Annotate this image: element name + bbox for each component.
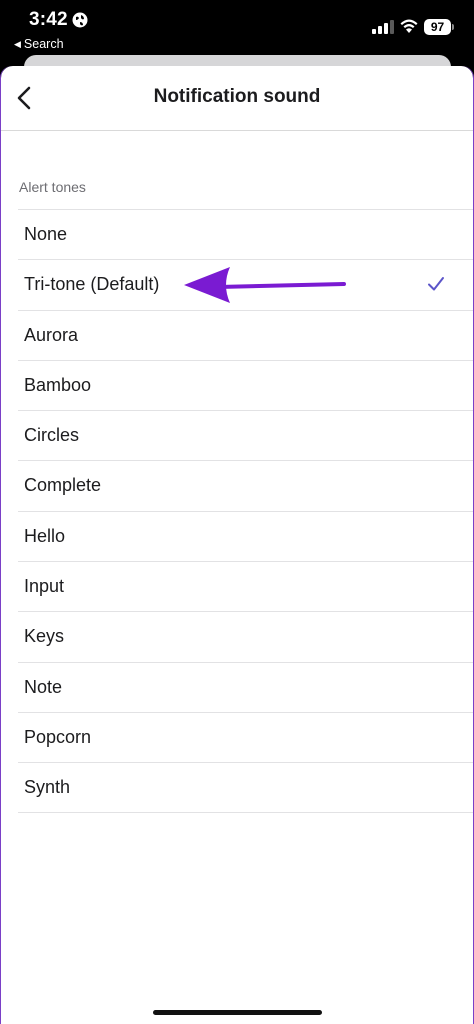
tone-label: Hello (24, 525, 66, 546)
battery-tip (452, 24, 454, 30)
notification-sound-sheet: Notification sound Alert tones None Tri-t… (1, 66, 473, 1024)
tone-row[interactable]: Aurora (18, 309, 473, 360)
home-indicator[interactable] (153, 1010, 322, 1015)
tone-label: Bamboo (24, 374, 92, 395)
status-bar: 3:42 ◀ Search 97 (0, 0, 474, 56)
section-header: Alert tones (19, 179, 86, 195)
tone-label: Note (24, 676, 63, 697)
tone-label: Complete (24, 475, 102, 496)
cellular-signal-icon (372, 20, 394, 34)
back-app-label: Search (23, 37, 64, 51)
tone-label: Tri-tone (Default) (24, 274, 160, 295)
back-triangle-icon: ◀ (14, 38, 21, 49)
tone-row[interactable]: Circles (18, 410, 473, 460)
tone-label: Aurora (24, 324, 79, 345)
back-to-app-link[interactable]: ◀ Search (14, 37, 64, 51)
tone-label: Input (24, 576, 65, 597)
globe-icon (72, 12, 88, 28)
annotation-arrow-icon (184, 267, 346, 303)
wifi-icon (400, 19, 418, 33)
tone-row[interactable]: Input (18, 561, 473, 611)
tone-label: Popcorn (24, 726, 92, 747)
battery-indicator: 97 (424, 19, 451, 35)
checkmark-icon (428, 277, 444, 291)
tone-row[interactable]: Keys (18, 611, 473, 661)
nav-bar: Notification sound (1, 66, 473, 131)
tone-row[interactable]: None (18, 209, 473, 259)
tone-row[interactable]: Popcorn (18, 711, 473, 762)
tone-label: Keys (24, 626, 65, 647)
tone-row[interactable]: Note (18, 661, 473, 712)
tone-label: Synth (24, 777, 71, 798)
tone-row[interactable]: Complete (18, 460, 473, 510)
tone-row[interactable]: Bamboo (18, 359, 473, 410)
page-title: Notification sound (153, 86, 321, 107)
tone-label: Circles (24, 425, 80, 446)
tone-row[interactable]: Hello (18, 510, 473, 561)
status-time: 3:42 (29, 9, 68, 30)
tone-row[interactable]: Synth (18, 762, 473, 813)
tone-label: None (24, 224, 68, 244)
